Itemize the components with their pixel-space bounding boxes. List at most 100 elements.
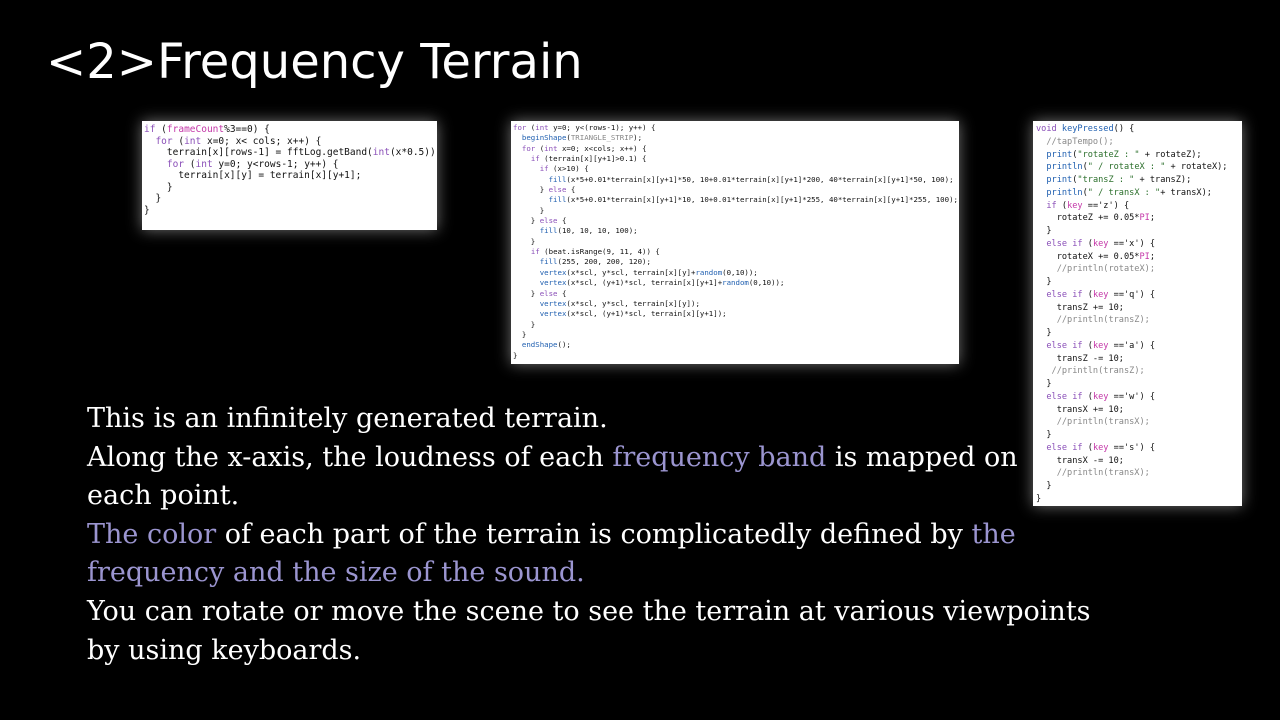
code-token: y=0; y<rows-1; y++) {	[212, 158, 339, 170]
code-token: int	[544, 143, 558, 153]
code-line: print("transZ : " + transZ);	[1036, 174, 1239, 187]
code-line: //tapTempo();	[1036, 136, 1239, 149]
code-token: vertex	[539, 267, 567, 277]
code-token: random	[695, 267, 723, 277]
code-token: }	[1036, 328, 1052, 338]
code-line: else if (key =='q') {	[1036, 289, 1239, 302]
code-token: fill	[548, 174, 567, 184]
code-token: else	[539, 288, 558, 298]
code-token: if	[530, 154, 540, 164]
code-line: }	[144, 193, 435, 205]
code-token: key	[1092, 391, 1109, 402]
code-token: int	[184, 135, 202, 147]
code-line: for (int y=0; y<rows-1; y++) {	[144, 159, 435, 171]
highlighted-phrase: frequency and the size of the sound.	[87, 557, 585, 589]
code-token: //println(transZ);	[1056, 315, 1150, 326]
code-token: }	[144, 193, 162, 204]
code-token: }	[1036, 226, 1052, 236]
code-token: =='q') {	[1108, 289, 1156, 300]
code-token: (0,10));	[748, 278, 785, 288]
code-token: //println(rotateX);	[1056, 264, 1156, 275]
code-token: transZ += 10;	[1036, 302, 1124, 313]
text-segment: of each part of the terrain is complicat…	[216, 518, 972, 550]
description-line: This is an infinitely generated terrain.	[87, 400, 1087, 439]
code-token: //println(transZ);	[1051, 366, 1145, 377]
code-token: y=0; y<(rows-1); y++) {	[548, 123, 656, 132]
code-token: (10, 10, 10, 100);	[557, 226, 638, 236]
description-line: Along the x-axis, the loudness of each f…	[87, 439, 1087, 478]
code-token: for	[155, 135, 173, 147]
code-line: }	[1036, 327, 1239, 340]
code-token: ;	[1149, 213, 1156, 224]
code-token: keyPressed	[1061, 124, 1114, 134]
code-token: if	[530, 247, 540, 257]
code-token: (	[1082, 238, 1093, 249]
code-line: vertex(x*scl, (y+1)*scl, terrain[x][y+1]…	[513, 278, 957, 288]
code-line: vertex(x*scl, (y+1)*scl, terrain[x][y+1]…	[513, 309, 957, 319]
highlighted-phrase: the	[971, 518, 1016, 550]
code-token: PI	[1139, 251, 1150, 262]
code-line: endShape();	[513, 340, 957, 350]
code-line: fill(255, 200, 200, 120);	[513, 257, 957, 267]
description-text: This is an infinitely generated terrain.…	[87, 400, 1091, 670]
code-token: + transX);	[1160, 187, 1212, 198]
code-token: else if	[1046, 289, 1083, 300]
code-token: {	[557, 288, 567, 298]
code-token: else if	[1046, 238, 1083, 249]
code-token: );	[633, 133, 643, 143]
code-token: int	[195, 158, 213, 170]
code-token: " / transX : "	[1087, 187, 1161, 198]
code-token: }	[144, 181, 173, 193]
code-token: else if	[1046, 340, 1083, 351]
code-line: if (frameCount%3==0) {	[144, 124, 435, 136]
code-line: }	[513, 237, 957, 247]
code-line: terrain[x][rows-1] = fftLog.getBand(int(…	[144, 147, 436, 159]
code-token: (x*scl, y*scl, terrain[x][y]+	[566, 267, 696, 277]
code-token: vertex	[539, 278, 567, 288]
code-line: //println(rotateX);	[1036, 263, 1239, 276]
code-line: } else {	[513, 185, 957, 195]
code-line: fill(x*5+0.01*terrain[x][y+1]*50, 10+0.0…	[513, 175, 957, 185]
code-token: " / rotateX : "	[1087, 162, 1166, 173]
description-line: The color of each part of the terrain is…	[87, 516, 1087, 555]
code-token: }	[513, 205, 545, 215]
slide-title: <2>Frequency Terrain	[46, 34, 583, 90]
code-token: =='a') {	[1108, 340, 1156, 351]
code-token: + rotateZ);	[1139, 149, 1202, 160]
code-line: else if (key =='a') {	[1036, 340, 1239, 353]
highlighted-phrase: The color	[87, 518, 217, 550]
code-line: }	[513, 330, 957, 340]
code-token: =='w') {	[1108, 391, 1156, 402]
code-line: }	[1036, 276, 1239, 289]
code-token: (	[172, 135, 185, 147]
code-token: }	[513, 185, 549, 195]
description-line: frequency and the size of the sound.	[87, 554, 1087, 593]
code-snippet-draw-terrain: for (int y=0; y<(rows-1); y++) { beginSh…	[511, 121, 959, 364]
code-token: (	[535, 143, 545, 153]
code-token: }	[513, 329, 527, 339]
text-segment: is mapped on	[826, 441, 1018, 473]
code-line: if (key =='z') {	[1036, 200, 1239, 213]
code-token: ;	[1149, 251, 1156, 262]
description-line: You can rotate or move the scene to see …	[87, 593, 1091, 632]
code-token: =='z') {	[1082, 200, 1130, 211]
code-token: (x*scl, (y+1)*scl, terrain[x][y+1]+	[566, 278, 723, 288]
code-token: (	[155, 124, 167, 135]
code-token: print	[1046, 175, 1073, 185]
code-token: ();	[557, 340, 571, 350]
code-line: fill(x*5+0.01*terrain[x][y+1]*10, 10+0.0…	[513, 195, 958, 205]
code-token: (	[184, 158, 196, 170]
code-line: println(" / transX : "+ transX);	[1036, 187, 1239, 200]
code-token: }	[144, 204, 150, 216]
code-token: transZ -= 10;	[1036, 353, 1124, 364]
code-token: () {	[1113, 124, 1135, 134]
code-token: if	[144, 124, 156, 135]
code-token: TRIANGLE_STRIP	[570, 133, 634, 143]
code-token: terrain[x][rows-1] = fftLog.getBand(	[144, 147, 373, 158]
